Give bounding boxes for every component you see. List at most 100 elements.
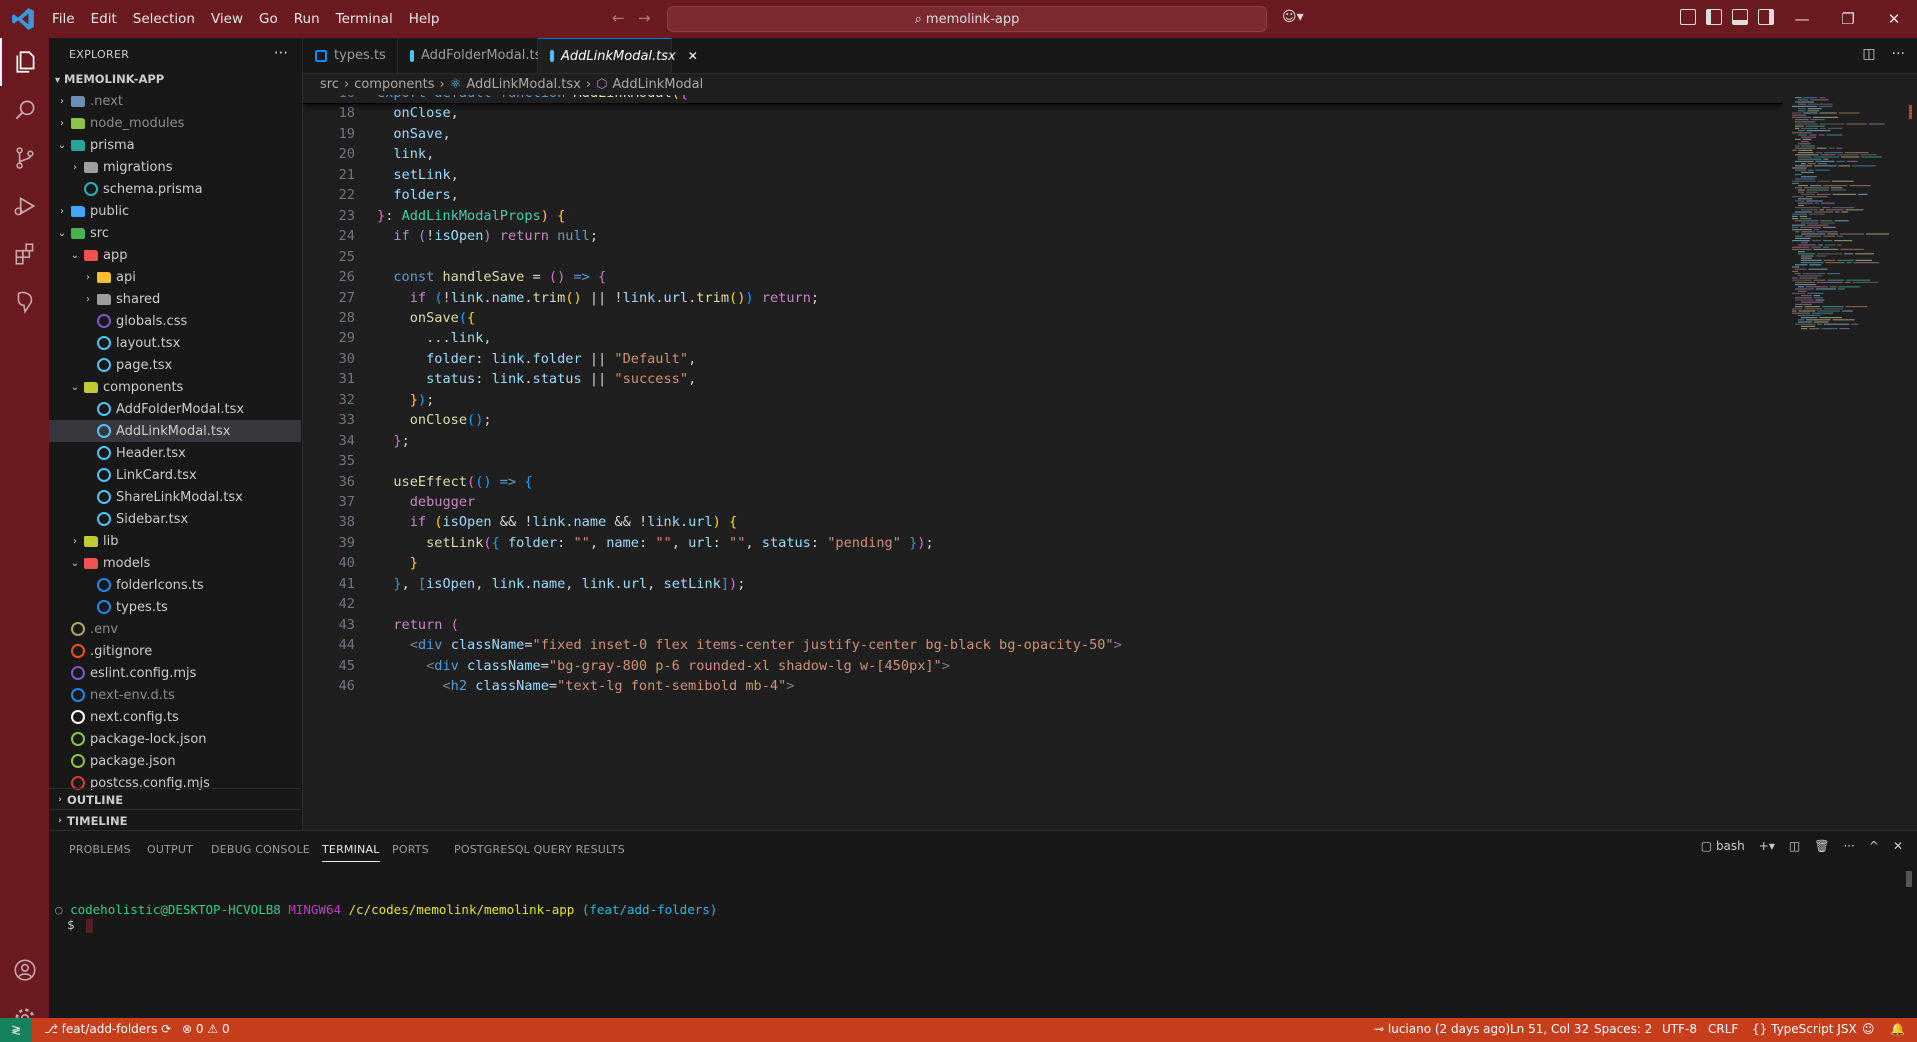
split-terminal-icon[interactable]: ◫ (1789, 839, 1800, 853)
code-line[interactable]: 44 <div className="fixed inset-0 flex it… (303, 635, 1783, 655)
copilot-icon[interactable]: ☺▾ (1282, 9, 1304, 25)
tree-file[interactable]: LinkCard.tsx (49, 464, 301, 486)
code-line[interactable]: 29 ...link, (303, 328, 1783, 348)
tree-file[interactable]: .env (49, 618, 301, 640)
branch-indicator[interactable]: ⎇ feat/add-folders ⟳ (44, 1022, 171, 1036)
back-arrow-icon[interactable]: ← (612, 9, 625, 27)
terminal-input-line[interactable]: $ (67, 917, 94, 933)
toggle-sidebar-icon[interactable] (1706, 9, 1722, 25)
timeline-section[interactable]: › TIMELINE (49, 809, 301, 832)
toggle-panel-icon[interactable] (1732, 9, 1748, 25)
accounts-icon[interactable] (0, 946, 49, 994)
tab-addfoldermodal-tsx[interactable]: AddFolderModal.tsx (398, 38, 549, 73)
code-line[interactable]: 19 onSave, (303, 124, 1783, 144)
code-line[interactable]: 41 }, [isOpen, link.name, link.url, setL… (303, 574, 1783, 594)
code-line[interactable]: 38 if (isOpen && !link.name && !link.url… (303, 512, 1783, 532)
code-line[interactable]: 42 (303, 594, 1783, 614)
sticky-scroll-line[interactable]: 16 export default function AddLinkModal({ (303, 95, 1783, 104)
more-actions-icon[interactable]: ··· (274, 44, 288, 62)
tree-folder[interactable]: ⌄ src (49, 222, 301, 244)
code-line[interactable]: 43 return ( (303, 615, 1783, 635)
code-line[interactable]: 32 }); (303, 390, 1783, 410)
line-ending[interactable]: CRLF (1708, 1022, 1738, 1036)
outline-section[interactable]: › OUTLINE (49, 788, 301, 811)
breadcrumb-item[interactable]: src (320, 77, 339, 92)
tree-file[interactable]: schema.prisma (49, 178, 301, 200)
terminal-prompt-line[interactable]: ○ codeholistic@DESKTOP-HCVOLB8 MINGW64 /… (55, 902, 717, 917)
code-line[interactable]: 21 setLink, (303, 165, 1783, 185)
tree-folder[interactable]: › node_modules (49, 112, 301, 134)
run-debug-icon[interactable] (0, 182, 49, 230)
code-line[interactable]: 22 folders, (303, 185, 1783, 205)
copilot-status-icon[interactable]: ☺ (1862, 1022, 1875, 1036)
toggle-secondary-sidebar-icon[interactable] (1758, 9, 1774, 25)
code-line[interactable]: 36 useEffect(() => { (303, 472, 1783, 492)
tree-file[interactable]: AddFolderModal.tsx (49, 398, 301, 420)
source-control-icon[interactable] (0, 134, 49, 182)
code-line[interactable]: 31 status: link.status || "success", (303, 369, 1783, 389)
encoding[interactable]: UTF-8 (1662, 1022, 1697, 1036)
code-line[interactable]: 34 }; (303, 431, 1783, 451)
menu-edit[interactable]: Edit (83, 11, 125, 27)
close-window-icon[interactable]: ✕ (1871, 10, 1917, 28)
panel-tab-problems[interactable]: PROBLEMS (69, 843, 131, 856)
tree-folder[interactable]: ⌄ models (49, 552, 301, 574)
code-line[interactable]: 45 <div className="bg-gray-800 p-6 round… (303, 656, 1783, 676)
tree-folder[interactable]: › lib (49, 530, 301, 552)
extensions-icon[interactable] (0, 230, 49, 278)
postgresql-elephant-icon[interactable] (0, 278, 49, 326)
code-line[interactable]: 24 if (!isOpen) return null; (303, 226, 1783, 246)
code-line[interactable]: 35 (303, 451, 1783, 471)
tree-file[interactable]: next.config.ts (49, 706, 301, 728)
menu-help[interactable]: Help (401, 11, 448, 27)
code-line[interactable]: 20 link, (303, 144, 1783, 164)
menu-view[interactable]: View (203, 11, 251, 27)
code-editor[interactable]: 16export default function AddLinkModal({… (303, 95, 1783, 830)
panel-tab-postgresql-query-results[interactable]: POSTGRESQL QUERY RESULTS (454, 843, 625, 856)
tab-types-ts[interactable]: types.ts (303, 38, 398, 73)
code-line[interactable]: 26 const handleSave = () => { (303, 267, 1783, 287)
menu-file[interactable]: File (44, 11, 83, 27)
tree-file[interactable]: ShareLinkModal.tsx (49, 486, 301, 508)
new-terminal-icon[interactable]: +▾ (1759, 839, 1775, 853)
explorer-icon[interactable] (0, 38, 49, 86)
tree-file[interactable]: .gitignore (49, 640, 301, 662)
menu-selection[interactable]: Selection (125, 11, 203, 27)
cursor-position[interactable]: Ln 51, Col 32 (1510, 1022, 1589, 1036)
remote-indicator[interactable]: ≷ (0, 1018, 32, 1042)
tree-folder[interactable]: › public (49, 200, 301, 222)
tree-folder[interactable]: ⌄ prisma (49, 134, 301, 156)
tab-addlinkmodal-tsx[interactable]: AddLinkModal.tsx ✕ (538, 38, 698, 73)
code-line[interactable]: 39 setLink({ folder: "", name: "", url: … (303, 533, 1783, 553)
panel-tab-output[interactable]: OUTPUT (147, 843, 193, 856)
more-actions-icon[interactable]: ··· (1892, 46, 1905, 62)
tree-file[interactable]: Sidebar.tsx (49, 508, 301, 530)
tree-file[interactable]: next-env.d.ts (49, 684, 301, 706)
code-line[interactable]: 27 if (!link.name.trim() || !link.url.tr… (303, 288, 1783, 308)
project-header[interactable]: ▾ MEMOLINK-APP (55, 72, 164, 86)
code-line[interactable]: 33 onClose(); (303, 410, 1783, 430)
command-center-search[interactable]: ⌕ memolink-app (667, 6, 1267, 32)
breadcrumb-item[interactable]: components (354, 77, 434, 92)
tree-file[interactable]: package-lock.json (49, 728, 301, 750)
code-line[interactable]: 25 (303, 247, 1783, 267)
panel-tab-debug-console[interactable]: DEBUG CONSOLE (211, 843, 310, 856)
panel-tab-ports[interactable]: PORTS (392, 843, 429, 856)
tree-folder[interactable]: › .next (49, 90, 301, 112)
breadcrumb-item[interactable]: AddLinkModal.tsx (466, 77, 581, 92)
tree-file[interactable]: eslint.config.mjs (49, 662, 301, 684)
menu-terminal[interactable]: Terminal (328, 11, 401, 27)
breadcrumb-item[interactable]: AddLinkModal (612, 77, 703, 92)
menu-run[interactable]: Run (286, 11, 328, 27)
tree-folder[interactable]: ⌄ app (49, 244, 301, 266)
notifications-icon[interactable]: 🔔 (1890, 1022, 1905, 1036)
code-line[interactable]: 28 onSave({ (303, 308, 1783, 328)
split-editor-icon[interactable]: ◫ (1862, 46, 1875, 62)
tree-folder[interactable]: › migrations (49, 156, 301, 178)
customize-layout-icon[interactable] (1680, 9, 1696, 25)
more-actions-icon[interactable]: ··· (1843, 839, 1854, 853)
close-tab-icon[interactable]: ✕ (688, 49, 698, 63)
tree-folder[interactable]: › shared (49, 288, 301, 310)
close-panel-icon[interactable]: ✕ (1893, 839, 1903, 853)
panel-tab-terminal[interactable]: TERMINAL (322, 843, 380, 862)
